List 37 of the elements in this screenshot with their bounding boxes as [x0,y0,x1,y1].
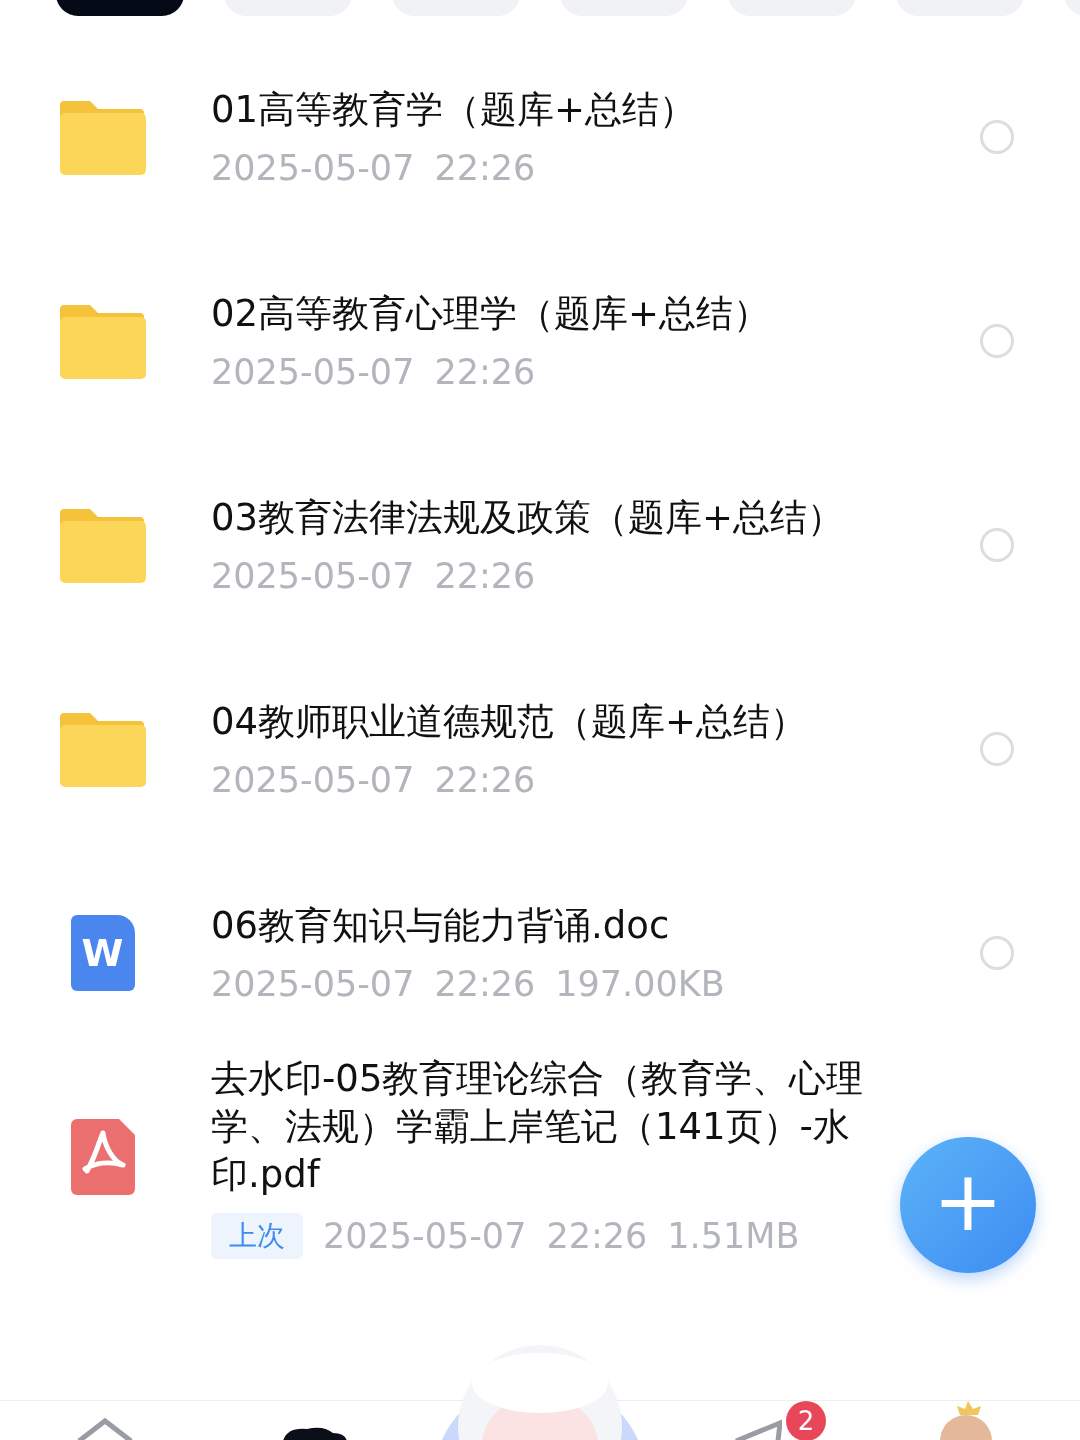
file-size: 1.51MB [667,1216,800,1256]
file-date: 2025-05-07 [211,964,415,1004]
file-name[interactable]: 06教育知识与能力背诵.doc [211,902,901,950]
file-date: 2025-05-07 [323,1216,527,1256]
file-name[interactable]: 02高等教育心理学（题库+总结） [211,290,901,338]
pdf-file-icon [70,1119,135,1195]
file-name[interactable]: 去水印-05教育理论综合（教育学、心理学、法规）学霸上岸笔记（141页）-水印.pdf [211,1055,901,1199]
notification-badge: 2 [786,1401,826,1440]
file-name[interactable]: 03教育法律法规及政策（题库+总结） [211,494,901,542]
file-date: 2025-05-07 [211,556,415,596]
file-name[interactable]: 04教师职业道德规范（题库+总结） [211,698,901,746]
file-name[interactable]: 01高等教育学（题库+总结） [211,86,901,134]
file-time: 22:26 [546,1216,648,1256]
file-size: 197.00KB [555,964,725,1004]
select-radio[interactable] [979,120,1014,154]
file-time: 22:26 [434,556,536,596]
profile-avatar[interactable] [938,1401,994,1440]
file-time: 22:26 [434,964,536,1004]
file-date: 2025-05-07 [211,148,415,188]
select-radio[interactable] [979,324,1014,358]
select-radio[interactable] [979,528,1014,562]
recent-tag: 上次 [211,1213,303,1259]
home-icon[interactable] [75,1417,135,1440]
folder-icon [59,303,146,379]
folder-icon [59,711,146,787]
folder-icon [59,99,146,175]
file-date: 2025-05-07 [211,352,415,392]
paper-plane-icon[interactable] [734,1419,782,1440]
file-time: 22:26 [434,148,536,188]
folder-icon [59,507,146,583]
file-time: 22:26 [434,760,536,800]
file-date: 2025-05-07 [211,760,415,800]
select-radio[interactable] [979,936,1014,970]
select-radio[interactable] [979,732,1014,766]
file-time: 22:26 [434,352,536,392]
word-file-icon: W [70,915,135,991]
cloud-icon[interactable] [283,1425,347,1440]
